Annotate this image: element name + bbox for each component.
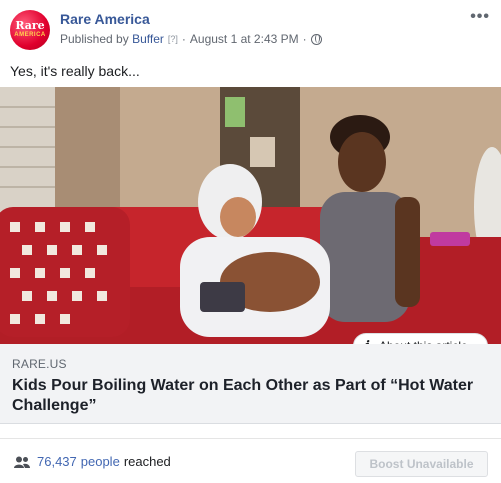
- reach-suffix: reached: [123, 454, 171, 469]
- ellipsis-icon[interactable]: •••: [470, 8, 490, 26]
- meta-separator-2: ·: [302, 32, 307, 46]
- post-meta: Published by Buffer [?] · August 1 at 2:…: [60, 32, 322, 46]
- reach-count[interactable]: 76,437: [37, 454, 77, 469]
- post-header: Rare AMERICA Rare America Published by B…: [10, 8, 490, 50]
- reach-stats: 76,437 people reached: [14, 454, 171, 469]
- boost-button[interactable]: Boost Unavailable: [355, 451, 488, 477]
- link-preview[interactable]: RARE.US Kids Pour Boiling Water on Each …: [0, 344, 501, 424]
- facebook-post: Rare AMERICA Rare America Published by B…: [0, 0, 501, 483]
- help-marker[interactable]: [?]: [168, 34, 178, 44]
- page-avatar[interactable]: Rare AMERICA: [10, 10, 50, 50]
- publisher-link[interactable]: Buffer: [132, 32, 164, 46]
- avatar-logo-subtext: AMERICA: [14, 32, 46, 38]
- article-image[interactable]: [0, 87, 501, 344]
- link-domain: RARE.US: [12, 357, 67, 371]
- published-by-label: Published by: [60, 32, 129, 46]
- post-text: Yes, it's really back...: [10, 63, 140, 79]
- avatar-logo-text: Rare: [15, 19, 45, 32]
- reach-people-link[interactable]: people: [81, 454, 120, 469]
- meta-separator: ·: [181, 32, 186, 46]
- globe-icon: [310, 33, 322, 45]
- people-icon: [14, 456, 30, 468]
- post-timestamp[interactable]: August 1 at 2:43 PM: [190, 32, 299, 46]
- post-footer: 76,437 people reached Boost Unavailable: [0, 438, 501, 483]
- link-headline[interactable]: Kids Pour Boiling Water on Each Other as…: [12, 376, 492, 416]
- page-name-link[interactable]: Rare America: [60, 11, 150, 27]
